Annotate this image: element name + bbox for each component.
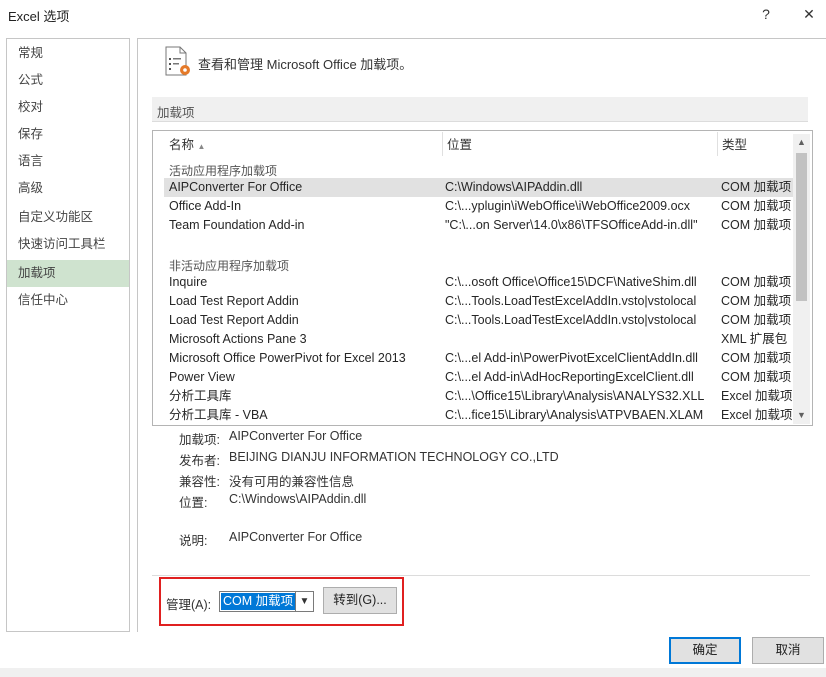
col-header-name[interactable]: 名称 ▲ bbox=[169, 134, 205, 156]
cell-type: COM 加载项 bbox=[721, 218, 792, 232]
cell-location: C:\...Tools.LoadTestExcelAddIn.vsto|vsto… bbox=[445, 313, 697, 327]
detail-addin-label: 加载项: bbox=[179, 433, 220, 447]
table-row[interactable]: 分析工具库 C:\...\Office15\Library\Analysis\A… bbox=[164, 387, 793, 406]
cell-name: Inquire bbox=[169, 275, 208, 289]
col-header-name-label: 名称 bbox=[169, 138, 195, 152]
scroll-up-icon[interactable]: ▲ bbox=[793, 134, 810, 151]
nav-item-proofing[interactable]: 校对 bbox=[7, 94, 129, 121]
cancel-button[interactable]: 取消 bbox=[752, 637, 824, 664]
cell-location: C:\...yplugin\iWebOffice\iWebOffice2009.… bbox=[445, 199, 691, 213]
nav-item-formulas[interactable]: 公式 bbox=[7, 67, 129, 94]
cell-name: Microsoft Actions Pane 3 bbox=[169, 332, 307, 346]
detail-publisher-label: 发布者: bbox=[179, 454, 220, 468]
column-separator[interactable] bbox=[442, 132, 443, 156]
cell-name: Power View bbox=[169, 370, 235, 384]
group-header-active: 活动应用程序加载项 bbox=[169, 164, 278, 178]
cell-type: COM 加载项 bbox=[721, 351, 792, 365]
cell-type: XML 扩展包 bbox=[721, 332, 788, 346]
cell-type: Excel 加载项 bbox=[721, 408, 793, 422]
detail-compat-label: 兼容性: bbox=[179, 475, 220, 489]
table-row[interactable]: Team Foundation Add-in "C:\...on Server\… bbox=[164, 216, 793, 235]
sort-ascending-icon: ▲ bbox=[197, 142, 206, 151]
table-row[interactable]: AIPConverter For Office C:\Windows\AIPAd… bbox=[164, 178, 793, 197]
cell-type: COM 加载项 bbox=[721, 370, 792, 384]
cell-name: Office Add-In bbox=[169, 199, 242, 213]
ok-button[interactable]: 确定 bbox=[669, 637, 741, 664]
nav-item-addins[interactable]: 加载项 bbox=[7, 260, 129, 287]
addins-icon bbox=[164, 46, 192, 78]
detail-desc-value: AIPConverter For Office bbox=[229, 530, 363, 544]
nav-item-save[interactable]: 保存 bbox=[7, 121, 129, 148]
table-row[interactable]: Load Test Report Addin C:\...Tools.LoadT… bbox=[164, 311, 793, 330]
nav-item-quick-access-toolbar[interactable]: 快速访问工具栏 bbox=[7, 231, 129, 258]
detail-publisher-value: BEIJING DIANJU INFORMATION TECHNOLOGY CO… bbox=[229, 450, 559, 464]
detail-addin-value: AIPConverter For Office bbox=[229, 429, 363, 443]
scroll-thumb[interactable] bbox=[796, 153, 807, 301]
detail-location-label: 位置: bbox=[179, 496, 208, 510]
close-button[interactable]: ✕ bbox=[797, 4, 821, 24]
cell-type: COM 加载项 bbox=[721, 199, 792, 213]
group-header-inactive: 非活动应用程序加载项 bbox=[169, 259, 290, 273]
cell-location bbox=[445, 330, 717, 349]
cell-name: 分析工具库 bbox=[169, 389, 232, 403]
table-row[interactable]: 分析工具库 - VBA C:\...fice15\Library\Analysi… bbox=[164, 406, 793, 425]
cell-location: "C:\...on Server\14.0\x86\TFSOfficeAdd-i… bbox=[445, 218, 698, 232]
table-row[interactable]: Office Add-In C:\...yplugin\iWebOffice\i… bbox=[164, 197, 793, 216]
cell-name: Load Test Report Addin bbox=[169, 294, 299, 308]
cell-name: Microsoft Office PowerPivot for Excel 20… bbox=[169, 351, 406, 365]
nav-item-trust-center[interactable]: 信任中心 bbox=[7, 287, 129, 314]
cell-name: Load Test Report Addin bbox=[169, 313, 299, 327]
help-button[interactable]: ? bbox=[754, 4, 778, 24]
table-row[interactable]: Microsoft Actions Pane 3 XML 扩展包 bbox=[164, 330, 793, 349]
divider bbox=[152, 575, 810, 576]
cell-type: COM 加载项 bbox=[721, 313, 792, 327]
detail-location-value: C:\Windows\AIPAddin.dll bbox=[229, 492, 367, 506]
options-nav: 常规 公式 校对 保存 语言 高级 自定义功能区 快速访问工具栏 加载项 信任中… bbox=[6, 38, 130, 632]
nav-item-language[interactable]: 语言 bbox=[7, 148, 129, 175]
cell-name: Team Foundation Add-in bbox=[169, 218, 305, 232]
window-bottom-edge bbox=[0, 668, 826, 677]
table-row[interactable]: Inquire C:\...osoft Office\Office15\DCF\… bbox=[164, 273, 793, 292]
table-row[interactable]: Power View C:\...el Add-in\AdHocReportin… bbox=[164, 368, 793, 387]
table-row[interactable]: Microsoft Office PowerPivot for Excel 20… bbox=[164, 349, 793, 368]
panel-heading: 查看和管理 Microsoft Office 加载项。 bbox=[198, 57, 413, 72]
column-separator[interactable] bbox=[717, 132, 718, 156]
cell-location: C:\...el Add-in\AdHocReportingExcelClien… bbox=[445, 370, 694, 384]
cell-type: COM 加载项 bbox=[721, 294, 792, 308]
col-header-location[interactable]: 位置 bbox=[447, 134, 472, 156]
cell-type: COM 加载项 bbox=[721, 180, 792, 194]
cell-location: C:\...\Office15\Library\Analysis\ANALYS3… bbox=[445, 389, 705, 403]
nav-item-customize-ribbon[interactable]: 自定义功能区 bbox=[7, 204, 129, 231]
col-header-type[interactable]: 类型 bbox=[722, 134, 747, 156]
cell-name: 分析工具库 - VBA bbox=[169, 408, 268, 422]
detail-desc-label: 说明: bbox=[179, 534, 208, 548]
cell-location: C:\...el Add-in\PowerPivotExcelClientAdd… bbox=[445, 351, 698, 365]
scroll-down-icon[interactable]: ▼ bbox=[793, 407, 810, 424]
title-bar: Excel 选项 ? ✕ bbox=[0, 0, 826, 30]
cell-name: AIPConverter For Office bbox=[169, 180, 303, 194]
nav-item-advanced[interactable]: 高级 bbox=[7, 175, 129, 202]
table-row[interactable]: Load Test Report Addin C:\...Tools.LoadT… bbox=[164, 292, 793, 311]
cell-type: Excel 加载项 bbox=[721, 389, 793, 403]
cell-location: C:\...Tools.LoadTestExcelAddIn.vsto|vsto… bbox=[445, 294, 697, 308]
window-title: Excel 选项 bbox=[8, 9, 70, 24]
cell-location: C:\...osoft Office\Office15\DCF\NativeSh… bbox=[445, 275, 697, 289]
section-bar bbox=[152, 97, 808, 122]
cell-location: C:\Windows\AIPAddin.dll bbox=[445, 180, 583, 194]
list-scrollbar[interactable]: ▲ ▼ bbox=[793, 134, 810, 424]
nav-item-general[interactable]: 常规 bbox=[7, 40, 129, 67]
section-label: 加载项 bbox=[157, 106, 195, 120]
cell-location: C:\...fice15\Library\Analysis\ATPVBAEN.X… bbox=[445, 408, 704, 422]
cell-type: COM 加载项 bbox=[721, 275, 792, 289]
annotation-highlight-box bbox=[159, 577, 404, 626]
detail-compat-value: 没有可用的兼容性信息 bbox=[229, 475, 355, 489]
